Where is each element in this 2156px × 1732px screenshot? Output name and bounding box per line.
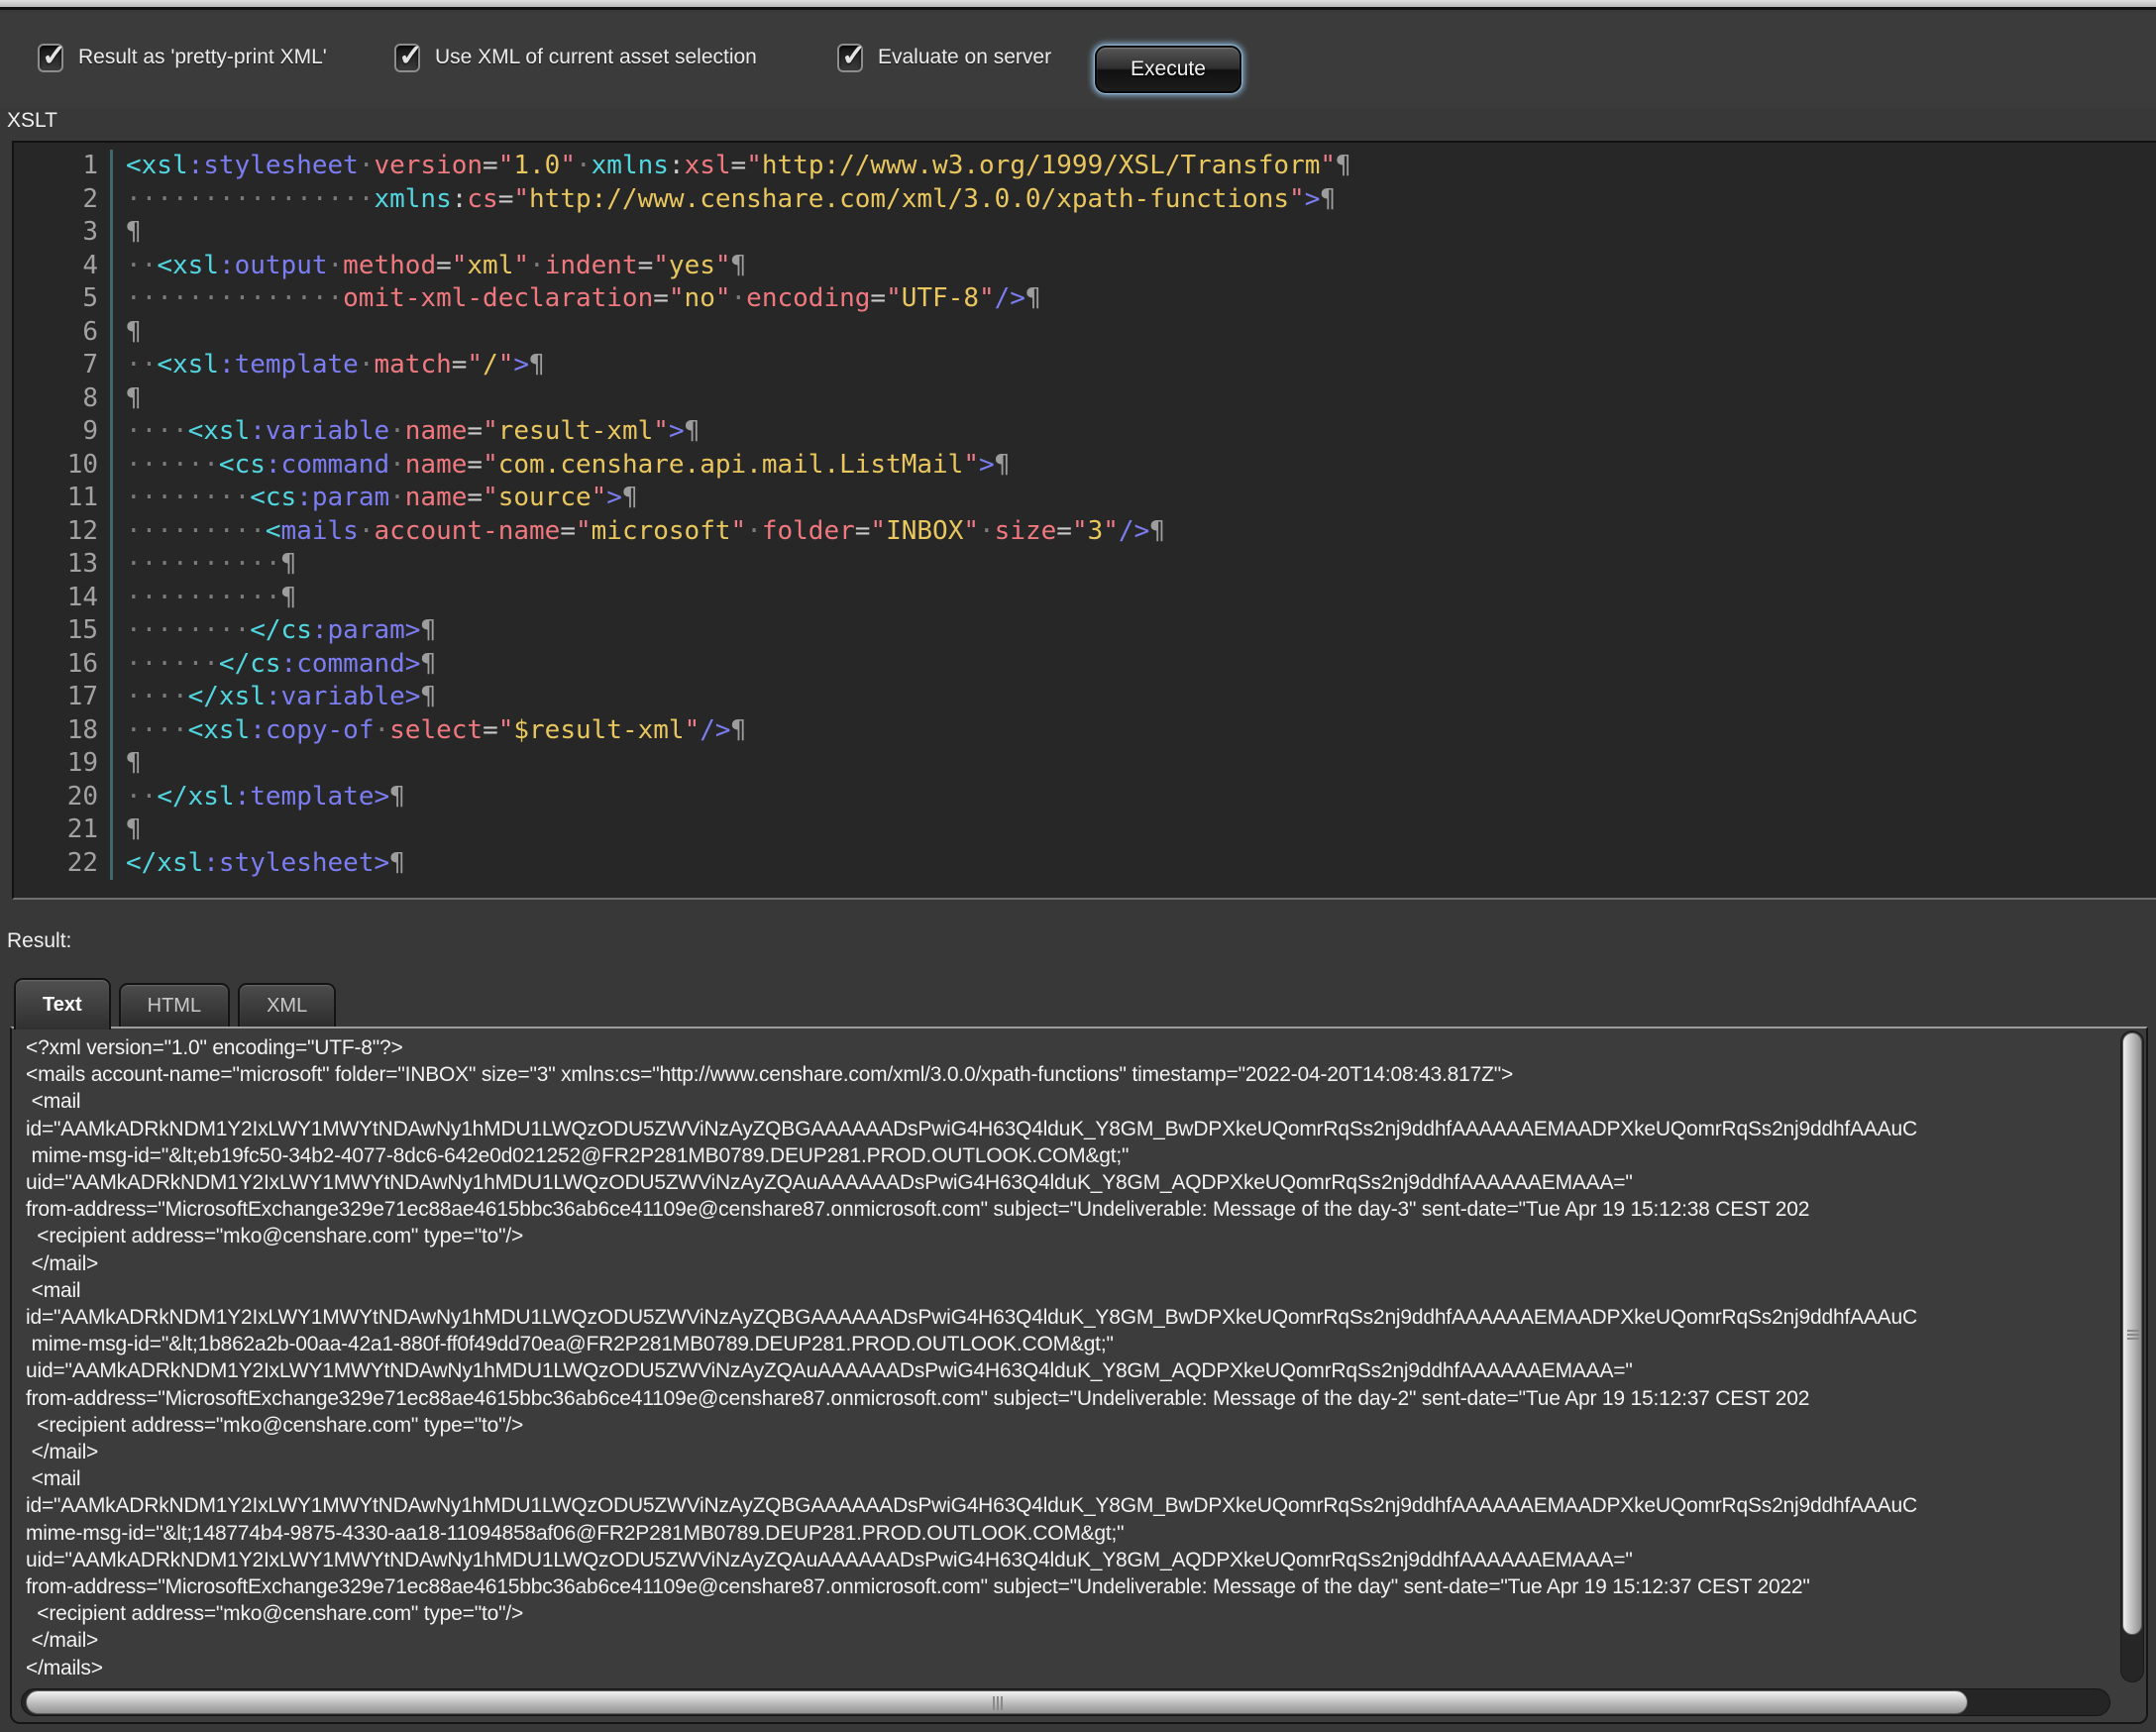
line-number: 1 (14, 150, 113, 183)
xslt-editor-label: XSLT (7, 109, 57, 133)
checkbox[interactable]: ✓ (837, 44, 863, 72)
line-number: 8 (14, 382, 113, 416)
scrollbar-grip-icon (2127, 1334, 2139, 1336)
code-line: 6¶ (14, 316, 2156, 350)
line-number: 4 (14, 250, 113, 283)
scrollbar-grip-icon (997, 1696, 999, 1710)
code-line-content: ··<xsl:template·match="/">¶ (126, 350, 545, 379)
execute-button[interactable]: Execute (1095, 46, 1241, 93)
line-number: 7 (14, 349, 113, 382)
result-output-panel[interactable]: <?xml version="1.0" encoding="UTF-8"?> <… (10, 1027, 2148, 1724)
code-line-content: ····<xsl:copy-of·select="$result-xml"/>¶ (126, 715, 746, 745)
line-number: 12 (14, 515, 113, 549)
code-line-content: ¶ (126, 217, 142, 247)
code-line-content: ··········¶ (126, 583, 296, 612)
code-line: 1 <xsl:stylesheet·version="1.0"·xmlns:xsl… (14, 150, 2156, 183)
code-line: 7 ··<xsl:template·match="/">¶ (14, 349, 2156, 382)
checkbox-group: ✓ Use XML of current asset selection (394, 41, 757, 74)
code-line: 21 ¶ (14, 813, 2156, 847)
tab-html[interactable]: HTML (119, 983, 230, 1027)
code-line-content: ¶ (126, 814, 142, 844)
tab-xml[interactable]: XML (238, 983, 336, 1027)
line-number: 17 (14, 681, 113, 714)
code-line-content: ····<xsl:variable·name="result-xml">¶ (126, 416, 700, 446)
code-line: 20 ··</xsl:template>¶ (14, 781, 2156, 814)
checkbox-label: Use XML of current asset selection (435, 46, 757, 69)
checkbox[interactable]: ✓ (38, 44, 63, 72)
line-number: 15 (14, 614, 113, 648)
code-line-content: ······<cs:command·name="com.censhare.api… (126, 450, 1010, 480)
line-number: 2 (14, 183, 113, 217)
code-line-content: ¶ (126, 317, 142, 347)
code-line: 8¶ (14, 382, 2156, 416)
code-line: 5 ··············omit-xml-declaration="no"… (14, 282, 2156, 316)
line-number: 16 (14, 648, 113, 682)
result-output-text: <?xml version="1.0" encoding="UTF-8"?> <… (26, 1034, 2148, 1681)
line-number: 5 (14, 282, 113, 316)
horizontal-scrollbar[interactable] (21, 1688, 2110, 1716)
code-line-content: ··········¶ (126, 549, 296, 579)
code-line: 9 ····<xsl:variable·name="result-xml">¶ (14, 415, 2156, 449)
checkbox-group: ✓ Result as 'pretty-print XML' (38, 41, 327, 74)
tab-text[interactable]: Text (14, 978, 111, 1029)
checkmark-icon: ✓ (841, 39, 866, 73)
line-number: 20 (14, 781, 113, 814)
code-line: 11 ········<cs:param·name="source">¶ (14, 482, 2156, 515)
code-line-content: ··</xsl:template>¶ (126, 782, 405, 812)
code-line: 12 ·········<mails·account-name="microsof… (14, 515, 2156, 549)
code-line-content: ··············omit-xml-declaration="no"·… (126, 283, 1041, 313)
line-number: 6 (14, 316, 113, 350)
line-number: 18 (14, 714, 113, 748)
checkbox-label: Evaluate on server (878, 46, 1051, 69)
checkbox-group: ✓ Evaluate on server (837, 41, 1051, 74)
code-line: 19 ¶ (14, 747, 2156, 781)
code-line: 4 ··<xsl:output·method="xml"·indent="yes"… (14, 250, 2156, 283)
code-line: 14 ··········¶ (14, 582, 2156, 615)
code-line-content: ········</cs:param>¶ (126, 615, 436, 645)
checkbox-label: Result as 'pretty-print XML' (78, 46, 327, 69)
code-line: 10 ······<cs:command·name="com.censhare.a… (14, 449, 2156, 483)
checkmark-icon: ✓ (42, 39, 66, 73)
toolbar: ✓ Result as 'pretty-print XML' ✓ Use XML of… (0, 13, 2156, 108)
line-number: 9 (14, 415, 113, 449)
code-line-content: ······</cs:command>¶ (126, 649, 436, 679)
code-line: 3¶ (14, 216, 2156, 250)
code-line-content: ¶ (126, 383, 142, 413)
code-line: 17 ····</xsl:variable>¶ (14, 681, 2156, 714)
code-line: 2 ················xmlns:cs="http://www.ce… (14, 183, 2156, 217)
result-tabs: TextHTMLXML (14, 978, 344, 1029)
code-line: 16 ······</cs:command>¶ (14, 648, 2156, 682)
code-line-content: ¶ (126, 748, 142, 778)
line-number: 22 (14, 847, 113, 881)
xslt-editor[interactable]: 1 <xsl:stylesheet·version="1.0"·xmlns:xsl… (12, 141, 2156, 900)
checkmark-icon: ✓ (398, 39, 423, 73)
vertical-scrollbar[interactable] (2120, 1030, 2144, 1682)
line-number: 13 (14, 548, 113, 582)
line-number: 10 (14, 449, 113, 483)
code-line-content: ··<xsl:output·method="xml"·indent="yes"¶ (126, 251, 746, 280)
window-top-strip (0, 0, 2156, 10)
code-line-content: ········<cs:param·name="source">¶ (126, 483, 638, 512)
line-number: 11 (14, 482, 113, 515)
code-line-content: <xsl:stylesheet·version="1.0"·xmlns:xsl=… (126, 151, 1351, 180)
code-line-content: ·········<mails·account-name="microsoft"… (126, 516, 1165, 546)
line-number: 3 (14, 216, 113, 250)
code-line: 13 ··········¶ (14, 548, 2156, 582)
vertical-scrollbar-thumb[interactable] (2122, 1032, 2142, 1635)
code-line-content: </xsl:stylesheet>¶ (126, 848, 405, 878)
horizontal-scrollbar-thumb[interactable] (26, 1690, 1968, 1714)
code-line: 15 ········</cs:param>¶ (14, 614, 2156, 648)
line-number: 19 (14, 747, 113, 781)
code-line: 18 ····<xsl:copy-of·select="$result-xml"/… (14, 714, 2156, 748)
result-label: Result: (7, 929, 71, 953)
code-line: 22 </xsl:stylesheet>¶ (14, 847, 2156, 881)
code-line-content: ····</xsl:variable>¶ (126, 682, 436, 711)
checkbox[interactable]: ✓ (394, 44, 420, 72)
line-number: 21 (14, 813, 113, 847)
line-number: 14 (14, 582, 113, 615)
code-line-content: ················xmlns:cs="http://www.cen… (126, 184, 1336, 214)
